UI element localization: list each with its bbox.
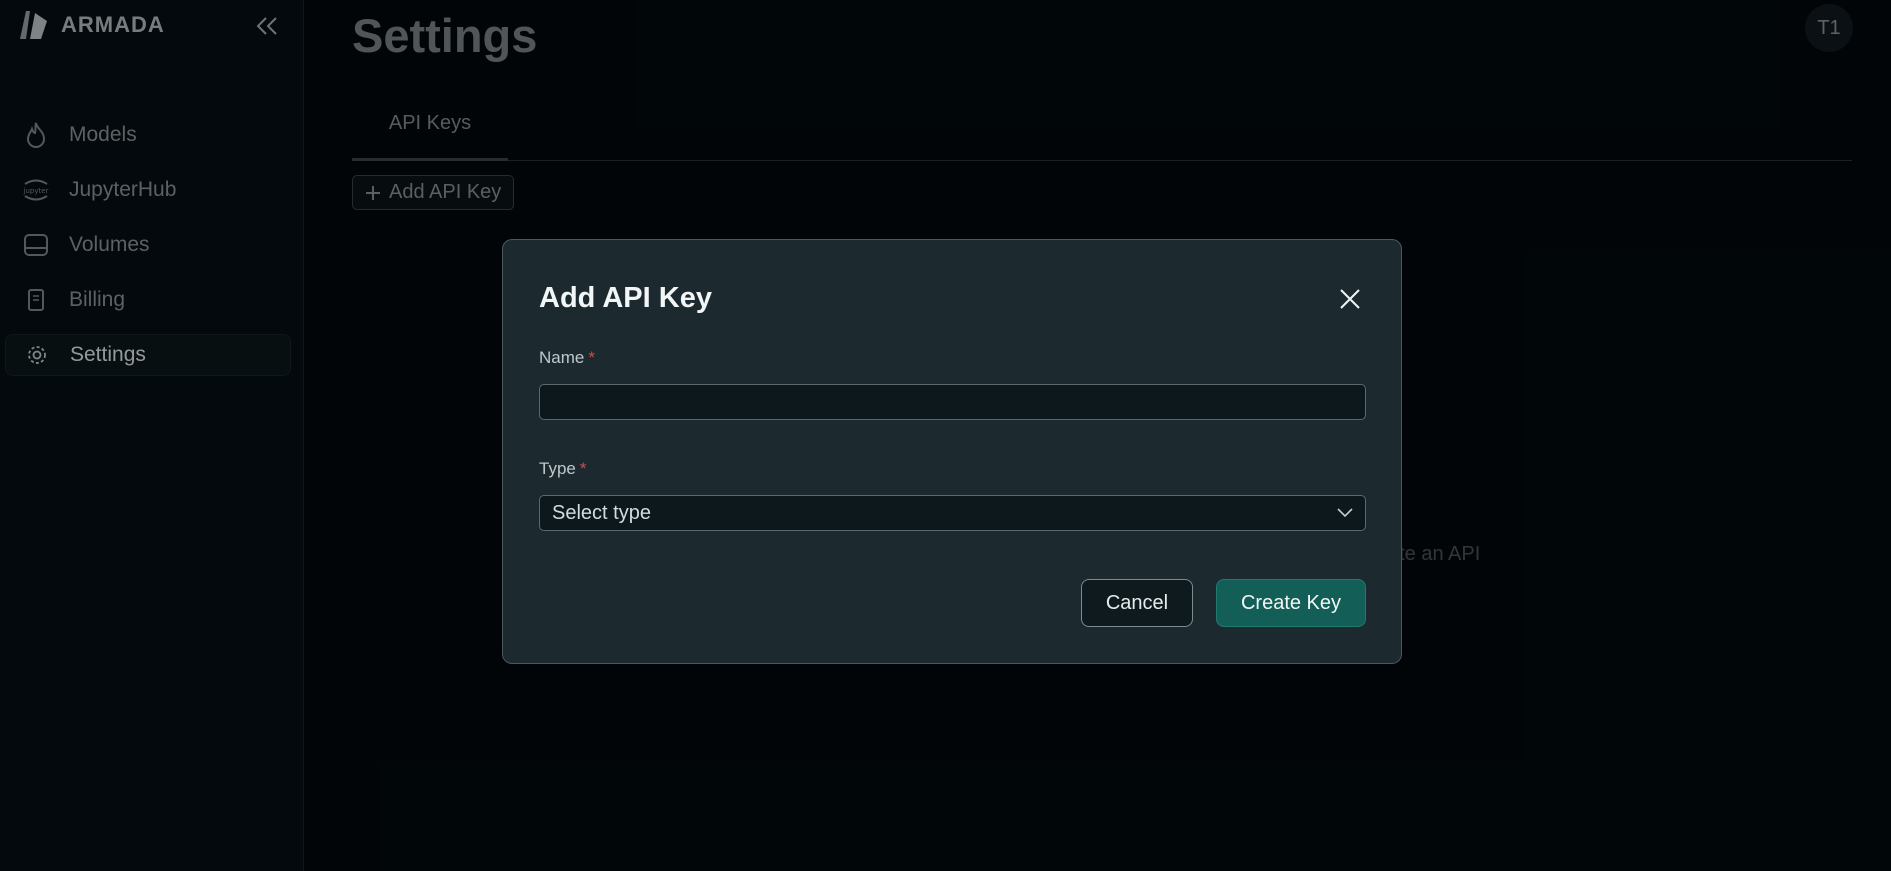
type-select-value: Select type (552, 501, 651, 524)
add-api-key-modal: Add API Key Name * Type * Select type Canc… (502, 239, 1402, 664)
cancel-button[interactable]: Cancel (1081, 579, 1193, 627)
name-input[interactable] (539, 384, 1366, 420)
modal-title: Add API Key (539, 282, 712, 314)
type-label-text: Type (539, 459, 576, 478)
name-label-text: Name (539, 348, 585, 367)
required-marker: * (579, 459, 587, 478)
type-select[interactable]: Select type (539, 495, 1366, 531)
name-field-label: Name * (539, 348, 595, 368)
close-button[interactable] (1335, 284, 1365, 314)
chevron-down-icon (1337, 508, 1353, 518)
app-root: ARMADA Models jupyter JupyterHub Volumes… (0, 0, 1891, 871)
close-icon (1340, 289, 1360, 309)
required-marker: * (588, 348, 595, 367)
type-field-label: Type * (539, 459, 586, 479)
create-key-button[interactable]: Create Key (1216, 579, 1366, 627)
